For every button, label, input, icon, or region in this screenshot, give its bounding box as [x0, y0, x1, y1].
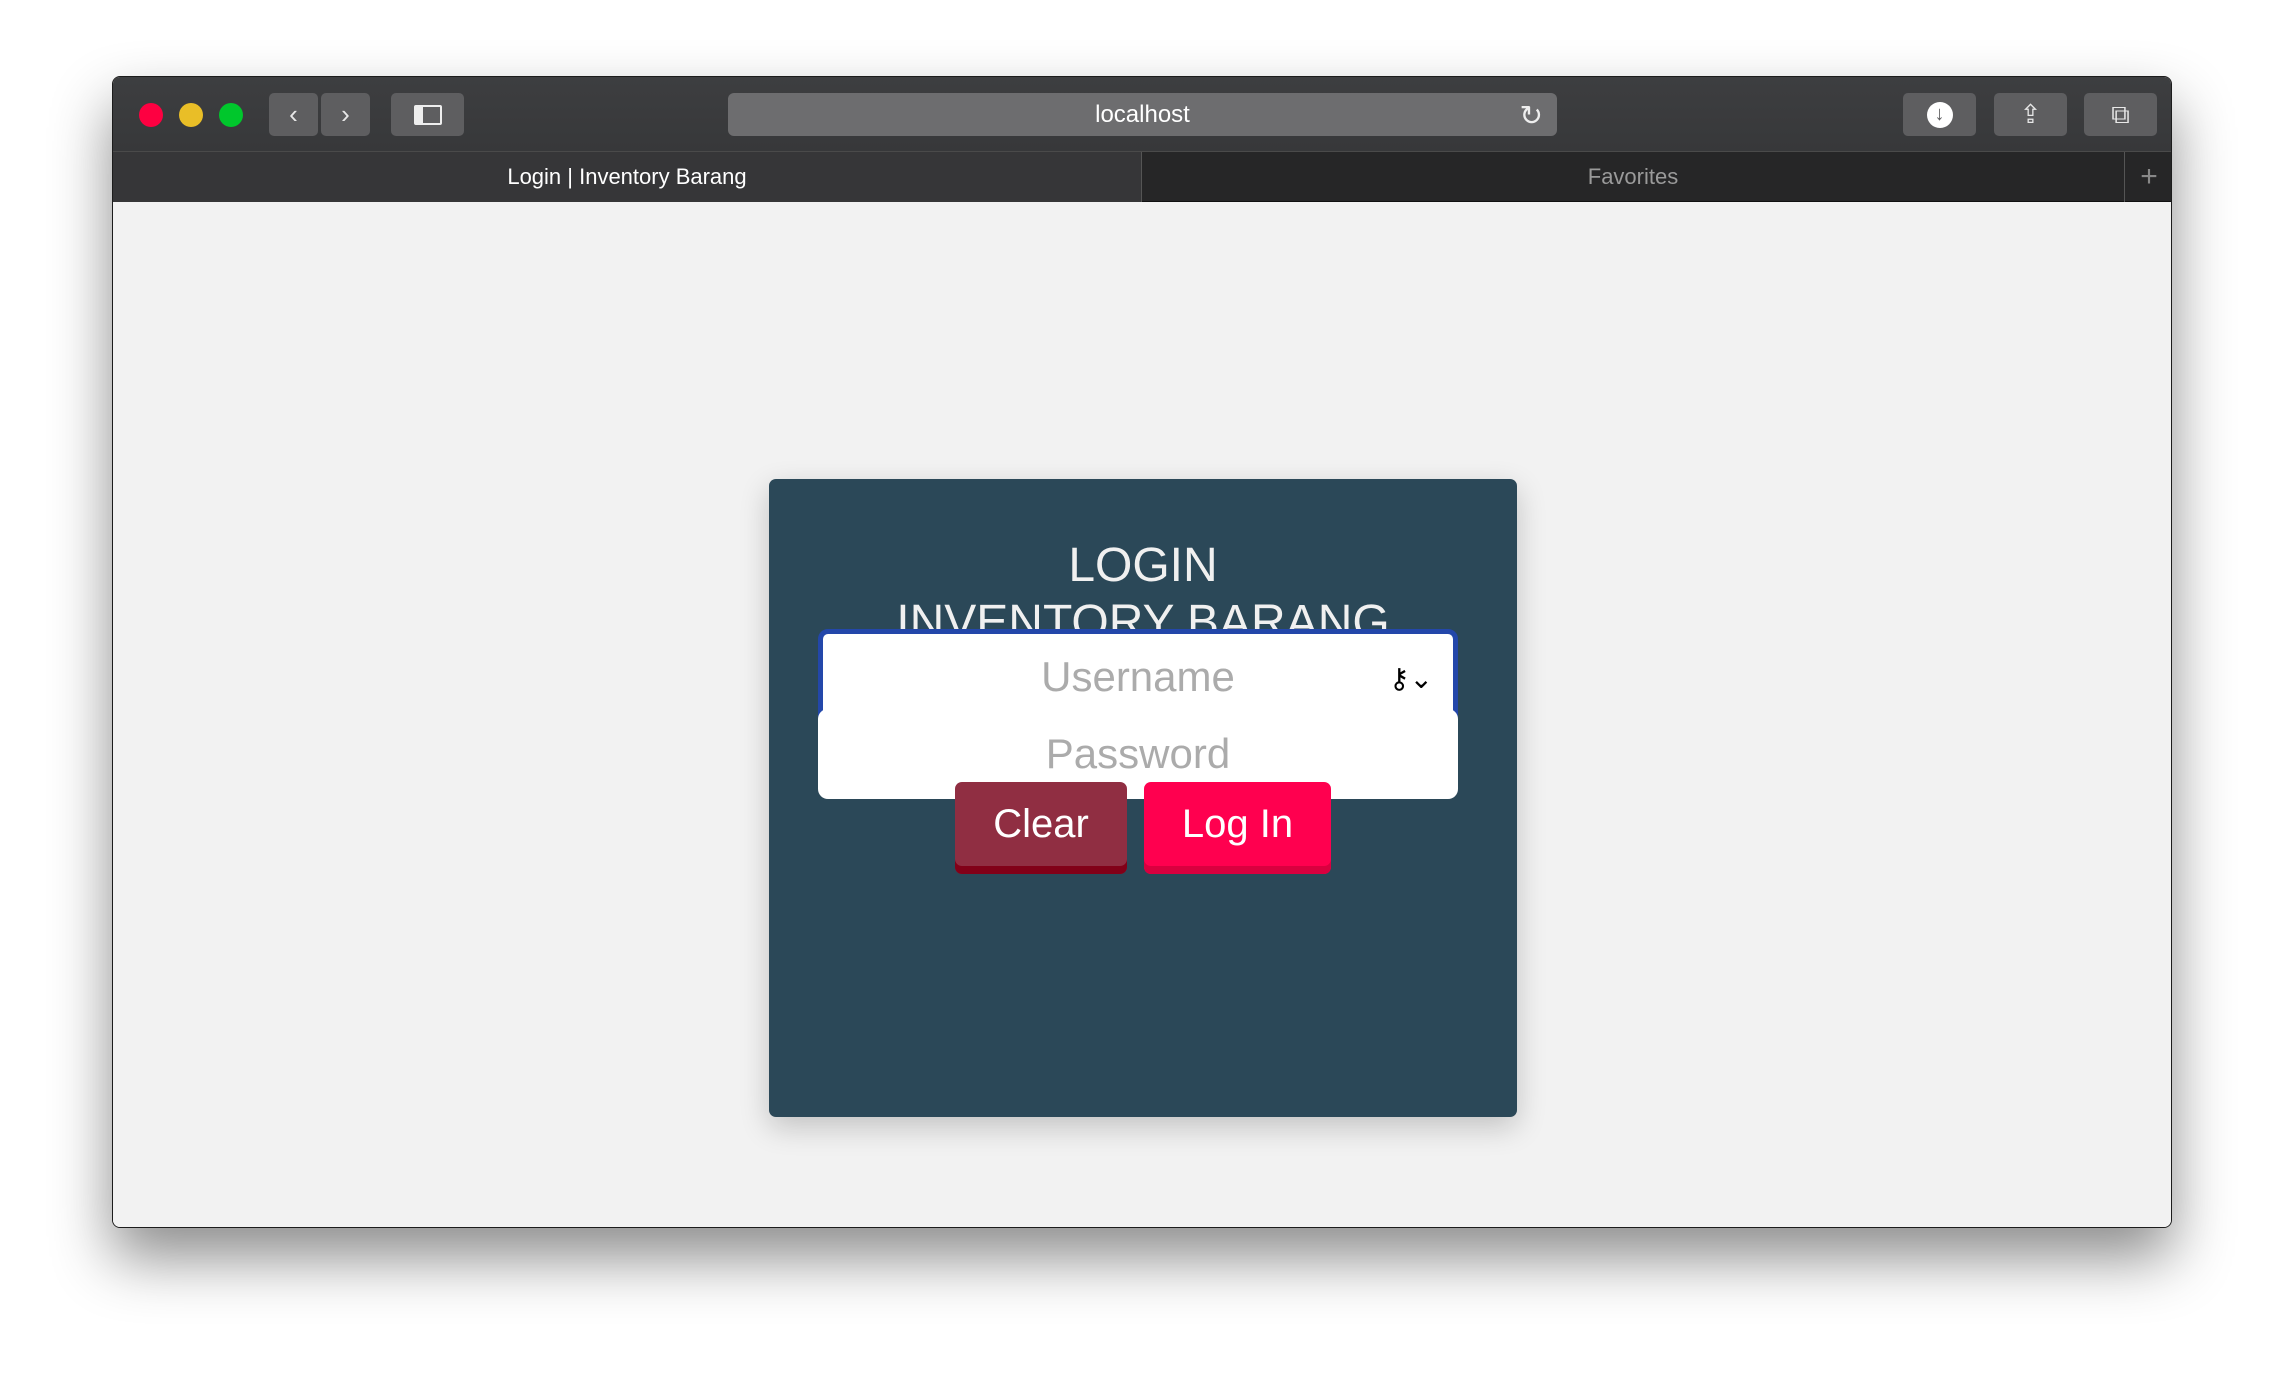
back-button[interactable]: ‹ [269, 93, 318, 136]
clear-button[interactable]: Clear [955, 782, 1127, 874]
download-button[interactable]: ↓ [1903, 93, 1976, 136]
browser-window: ‹ › localhost ↻ ↓ ⇪ ⧉ Login | Inventory B… [112, 76, 2172, 1228]
sidebar-icon [413, 104, 442, 125]
password-field[interactable] [818, 709, 1458, 799]
new-tab-button[interactable]: + [2124, 152, 2171, 202]
chevron-right-icon: › [341, 99, 350, 129]
tab-label: Login | Inventory Barang [507, 164, 747, 189]
tabs-overview-button[interactable]: ⧉ [2084, 93, 2157, 136]
forward-button[interactable]: › [321, 93, 370, 136]
share-button[interactable]: ⇪ [1994, 93, 2067, 136]
browser-toolbar: ‹ › localhost ↻ ↓ ⇪ ⧉ [113, 77, 2171, 152]
plus-icon: + [2140, 160, 2158, 193]
share-icon: ⇪ [2019, 99, 2042, 129]
tab-favorites[interactable]: Favorites [1142, 152, 2124, 202]
sidebar-button[interactable] [391, 93, 464, 136]
url-text: localhost [1095, 100, 1190, 128]
tab-login[interactable]: Login | Inventory Barang [113, 152, 1142, 202]
login-button[interactable]: Log In [1144, 782, 1331, 874]
tab-label: Favorites [1587, 164, 1679, 189]
page-content: LOGININVENTORY BARANG ⚷⌄ Clear Log In [113, 203, 2171, 1227]
key-icon[interactable]: ⚷⌄ [1389, 662, 1433, 695]
title-line-1: LOGIN [1068, 539, 1218, 592]
close-window-button[interactable] [139, 103, 163, 127]
address-bar[interactable]: localhost ↻ [728, 93, 1557, 136]
minimize-window-button[interactable] [179, 103, 203, 127]
login-label: Log In [1181, 801, 1294, 846]
tab-bar: Login | Inventory Barang Favorites + [113, 152, 2171, 202]
password-input[interactable] [818, 709, 1458, 799]
download-icon: ↓ [1926, 101, 1953, 128]
username-input[interactable] [823, 634, 1453, 720]
tabs-icon: ⧉ [2111, 98, 2130, 129]
chevron-left-icon: ‹ [289, 99, 298, 129]
clear-label: Clear [993, 801, 1089, 846]
maximize-window-button[interactable] [219, 103, 243, 127]
login-card: LOGININVENTORY BARANG ⚷⌄ Clear Log In [769, 479, 1517, 1117]
reload-icon[interactable]: ↻ [1520, 99, 1543, 132]
